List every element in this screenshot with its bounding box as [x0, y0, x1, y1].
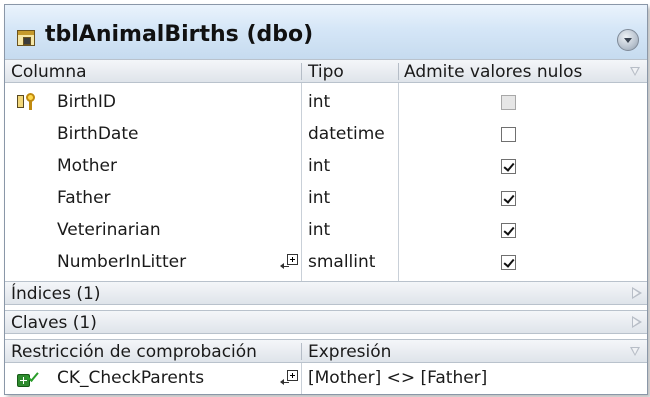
check-constraint-icon	[17, 369, 39, 388]
column-type[interactable]: int	[308, 188, 330, 208]
nullable-checkbox[interactable]	[501, 191, 516, 206]
constraint-link-icon[interactable]	[280, 370, 299, 388]
indexes-label: Índices (1)	[11, 284, 101, 304]
column-type-header[interactable]: Tipo	[308, 62, 344, 82]
expand-indexes-icon[interactable]	[632, 287, 642, 299]
columns-collapse-icon[interactable]	[630, 67, 640, 76]
column-row[interactable]: Mother int	[5, 150, 647, 182]
check-constraint-name[interactable]: CK_CheckParents	[57, 368, 204, 388]
column-name[interactable]: BirthDate	[57, 124, 138, 144]
collapse-button-icon[interactable]	[617, 29, 639, 51]
nullable-checkbox[interactable]	[501, 159, 516, 174]
check-constraint-link-icon[interactable]	[280, 254, 299, 272]
column-row[interactable]: NumberInLitter smallint	[5, 246, 647, 278]
primary-key-icon	[17, 93, 37, 111]
check-constraint-row[interactable]: CK_CheckParents [Mother] <> [Father]	[5, 363, 647, 394]
nullable-checkbox[interactable]	[501, 255, 516, 270]
nullable-checkbox[interactable]	[501, 223, 516, 238]
column-row[interactable]: Father int	[5, 182, 647, 214]
check-constraints-header: Restricción de comprobación Expresión	[5, 339, 647, 363]
check-constraint-name-header[interactable]: Restricción de comprobación	[11, 342, 257, 362]
check-constraint-expression-header[interactable]: Expresión	[308, 342, 391, 362]
table-title: tblAnimalBirths (dbo)	[45, 22, 314, 47]
column-row[interactable]: BirthDate datetime	[5, 118, 647, 150]
column-name[interactable]: Mother	[57, 156, 117, 176]
column-type[interactable]: smallint	[308, 252, 375, 272]
column-name[interactable]: Father	[57, 188, 111, 208]
expand-keys-icon[interactable]	[632, 316, 642, 328]
check-constraints-collapse-icon[interactable]	[630, 347, 640, 356]
table-icon	[17, 30, 35, 46]
indexes-section-header[interactable]: Índices (1)	[5, 281, 647, 305]
column-type[interactable]: int	[308, 220, 330, 240]
column-type[interactable]: int	[308, 156, 330, 176]
check-constraint-expression[interactable]: [Mother] <> [Father]	[308, 368, 487, 388]
column-type[interactable]: datetime	[308, 124, 385, 144]
column-name[interactable]: NumberInLitter	[57, 252, 186, 272]
column-name[interactable]: Veterinarian	[57, 220, 161, 240]
columns-header: Columna Tipo Admite valores nulos	[5, 59, 647, 83]
table-design-window: tblAnimalBirths (dbo) Columna Tipo Admit…	[4, 4, 648, 395]
column-row[interactable]: BirthID int	[5, 86, 647, 118]
nullable-checkbox	[501, 95, 516, 110]
title-bar[interactable]: tblAnimalBirths (dbo)	[5, 5, 647, 59]
column-nullable-header[interactable]: Admite valores nulos	[404, 62, 582, 82]
column-type[interactable]: int	[308, 92, 330, 112]
column-name-header[interactable]: Columna	[11, 62, 87, 82]
column-name[interactable]: BirthID	[57, 92, 116, 112]
nullable-checkbox[interactable]	[501, 127, 516, 142]
keys-label: Claves (1)	[11, 313, 97, 333]
column-row[interactable]: Veterinarian int	[5, 214, 647, 246]
keys-section-header[interactable]: Claves (1)	[5, 310, 647, 334]
